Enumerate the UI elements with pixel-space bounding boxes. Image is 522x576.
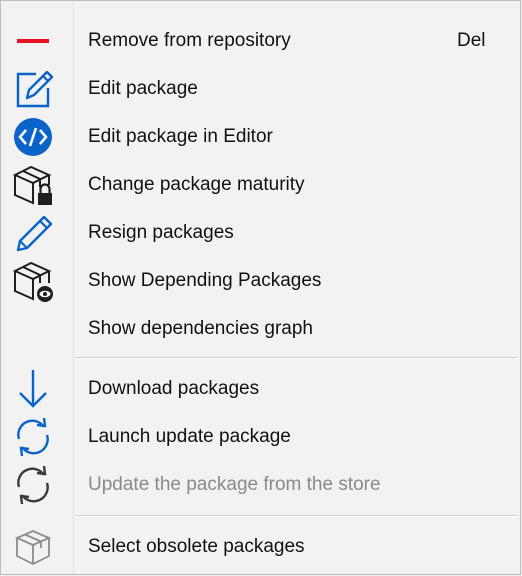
menu-item-show-dependencies-graph[interactable]: Show dependencies graph xyxy=(1,305,520,353)
menu-item-label: Select obsolete packages xyxy=(88,536,305,557)
menu-item-label: Change package maturity xyxy=(88,174,305,195)
menu-item-label: Edit package in Editor xyxy=(88,126,273,147)
menu-separator-highlight xyxy=(75,516,518,517)
menu-item-resign-packages[interactable]: Resign packages xyxy=(1,209,520,257)
pencil-icon xyxy=(11,213,55,253)
minus-icon xyxy=(11,21,55,61)
menu-item-label: Resign packages xyxy=(88,222,234,243)
menu-item-update-from-store[interactable]: Update the package from the store xyxy=(1,461,520,509)
refresh-blue-icon xyxy=(11,417,55,457)
package-eye-icon xyxy=(11,261,55,302)
menu-item-download-packages[interactable]: Download packages xyxy=(1,365,520,413)
menu-item-launch-update-package[interactable]: Launch update package xyxy=(1,413,520,461)
edit-square-icon xyxy=(11,69,55,109)
menu-item-label: Launch update package xyxy=(88,426,291,447)
menu-item-label: Edit package xyxy=(88,78,198,99)
menu-item-label: Show Depending Packages xyxy=(88,270,322,291)
shortcut-label: Del xyxy=(457,30,486,51)
menu-separator-highlight xyxy=(75,358,518,359)
menu-item-edit-package-in-editor[interactable]: Edit package in Editor xyxy=(1,113,520,161)
package-lock-icon xyxy=(11,165,55,205)
refresh-gray-icon xyxy=(11,465,55,505)
package-outline-icon xyxy=(11,527,55,567)
menu-item-change-package-maturity[interactable]: Change package maturity xyxy=(1,161,520,209)
code-icon xyxy=(11,117,55,157)
menu-item-label: Show dependencies graph xyxy=(88,318,314,339)
menu-item-edit-package[interactable]: Edit package xyxy=(1,65,520,113)
menu-item-select-obsolete-packages[interactable]: Select obsolete packages xyxy=(1,523,520,571)
menu-item-label: Download packages xyxy=(88,378,260,399)
menu-item-label: Remove from repository xyxy=(88,30,291,51)
download-arrow-icon xyxy=(11,369,55,409)
menu-item-show-depending-packages[interactable]: Show Depending Packages xyxy=(1,257,520,305)
context-menu: Remove from repository Del Edit package … xyxy=(0,0,521,575)
menu-item-remove-from-repository[interactable]: Remove from repository Del xyxy=(1,17,520,65)
menu-item-label: Update the package from the store xyxy=(88,474,381,495)
